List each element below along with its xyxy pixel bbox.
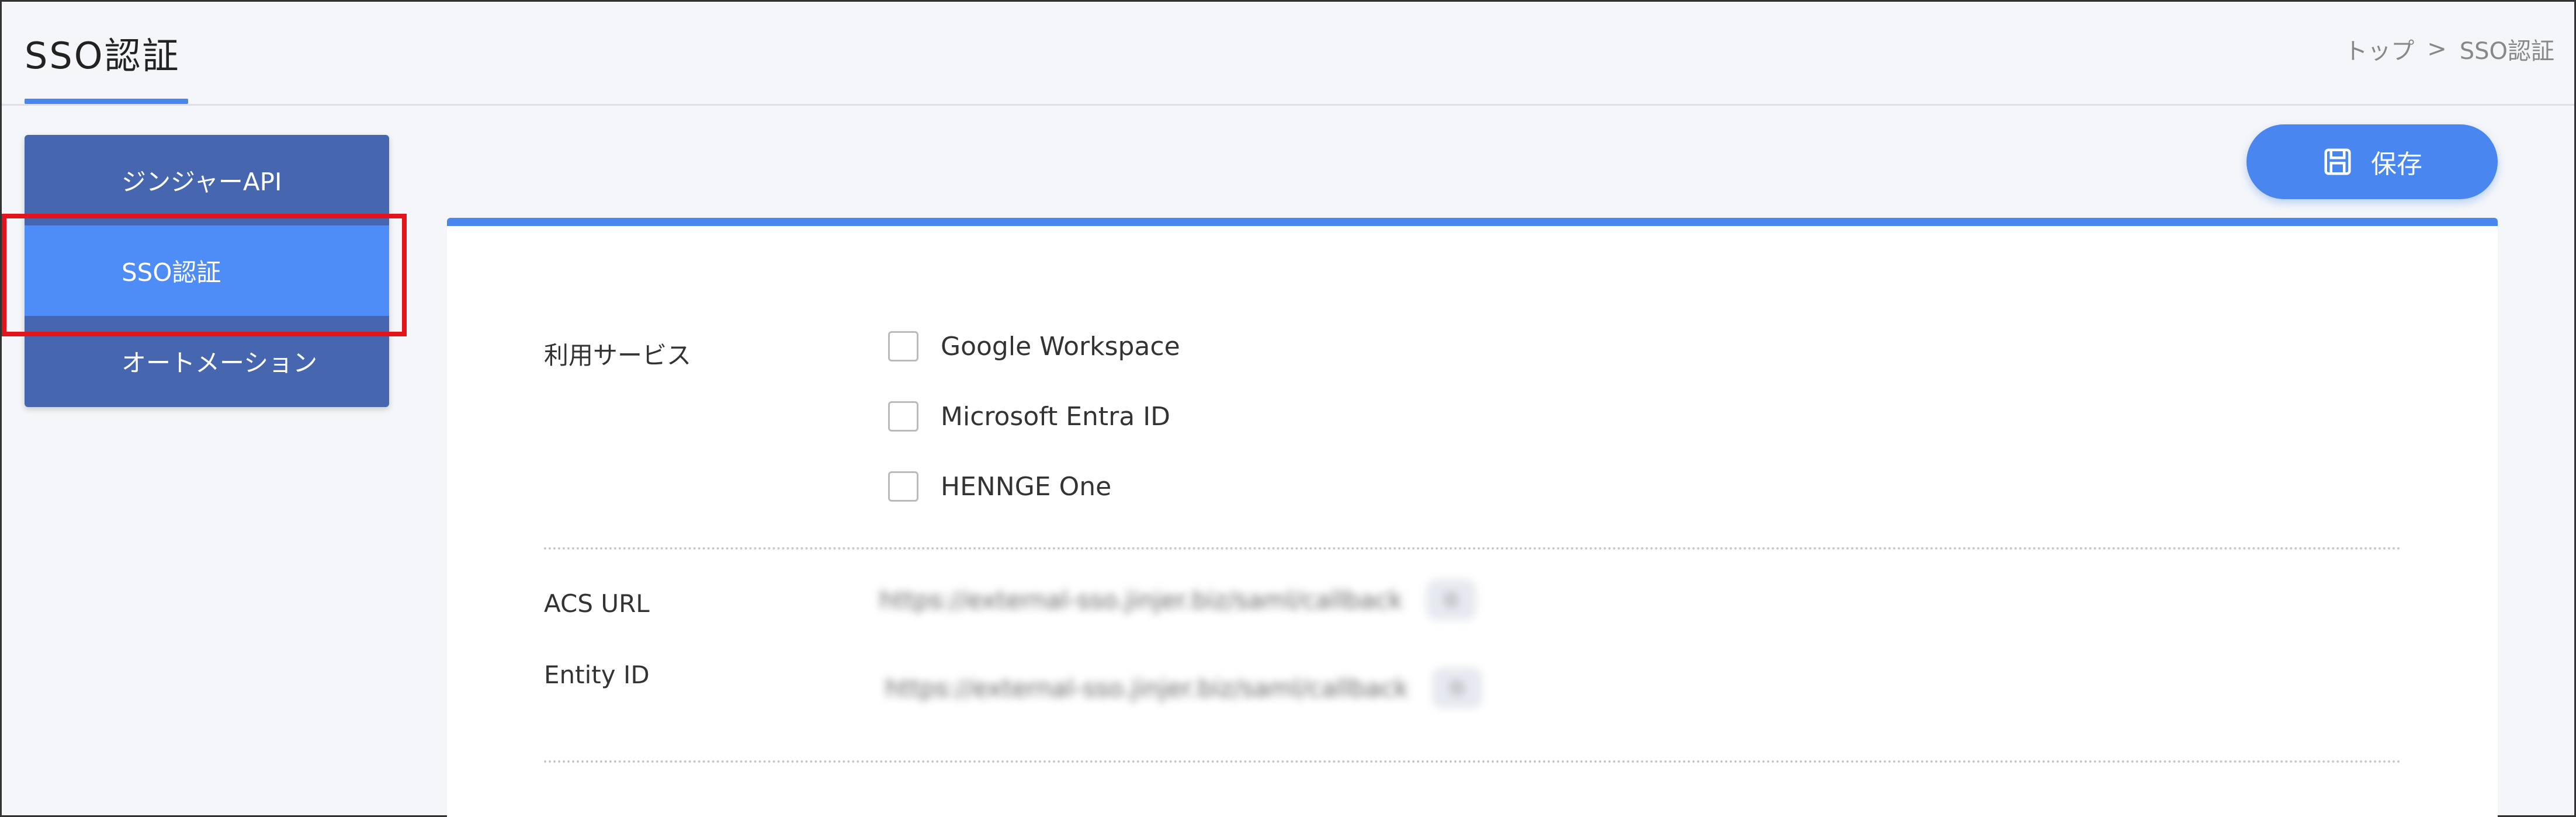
- service-label: 利用サービス: [544, 341, 692, 370]
- copy-icon[interactable]: ⧉: [1431, 667, 1482, 708]
- sidebar-item-label: オートメーション: [122, 349, 318, 377]
- service-option-label: Microsoft Entra ID: [941, 401, 1171, 432]
- service-option-label: Google Workspace: [941, 331, 1180, 361]
- title-underline: [25, 99, 188, 104]
- acs-url-text: https://external-sso.jinjer.biz/saml/cal…: [879, 585, 1403, 614]
- sidebar-item-label: ジンジャーAPI: [122, 168, 282, 196]
- highlight-annotation-box: [2, 214, 407, 336]
- breadcrumb-separator: >: [2427, 36, 2447, 62]
- floppy-disk-icon: [2324, 148, 2351, 175]
- service-option-microsoft[interactable]: Microsoft Entra ID: [888, 401, 1170, 432]
- page-title: SSO認証: [25, 34, 181, 77]
- settings-card: 利用サービス Google Workspace Microsoft Entra …: [447, 218, 2498, 817]
- entity-id-text: https://external-sso.jinjer.biz/saml/cal…: [885, 673, 1409, 703]
- breadcrumb-top-link[interactable]: トップ: [2344, 32, 2414, 66]
- breadcrumb-current: SSO認証: [2459, 38, 2554, 65]
- breadcrumb: トップ > SSO認証: [2344, 32, 2554, 66]
- acs-url-label: ACS URL: [544, 589, 650, 618]
- divider: [544, 760, 2402, 763]
- copy-icon[interactable]: ⧉: [1426, 579, 1476, 620]
- divider: [544, 547, 2402, 550]
- acs-url-value: https://external-sso.jinjer.biz/saml/cal…: [879, 579, 1476, 620]
- microsoft-entra-checkbox[interactable]: [888, 401, 918, 432]
- save-button-label: 保存: [2371, 150, 2422, 179]
- google-workspace-checkbox[interactable]: [888, 331, 918, 361]
- entity-id-label: Entity ID: [544, 660, 650, 689]
- service-option-label: HENNGE One: [941, 471, 1112, 502]
- hennge-one-checkbox[interactable]: [888, 471, 918, 502]
- page-header: SSO認証 トップ > SSO認証: [2, 2, 2574, 106]
- entity-id-value: https://external-sso.jinjer.biz/saml/cal…: [885, 667, 1482, 708]
- sidebar-item-jinjer-api[interactable]: ジンジャーAPI: [25, 135, 389, 225]
- service-option-hennge[interactable]: HENNGE One: [888, 471, 1111, 502]
- service-option-google[interactable]: Google Workspace: [888, 331, 1180, 361]
- save-button[interactable]: 保存: [2246, 124, 2498, 199]
